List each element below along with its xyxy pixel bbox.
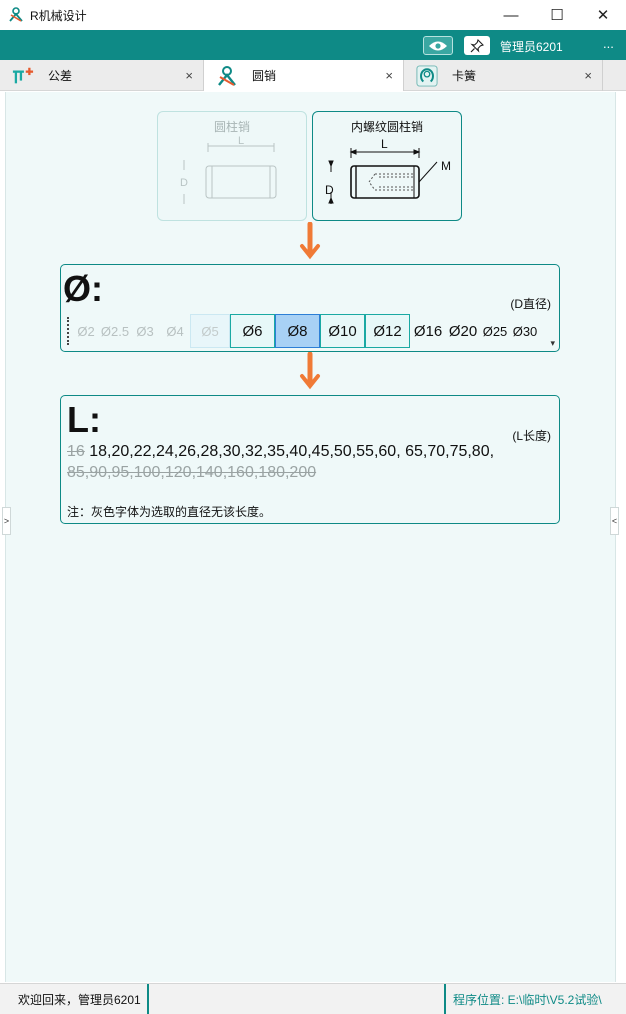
- cylindrical-pin-drawing: L D: [180, 135, 277, 204]
- top-toolbar: 管理员6201 ...: [0, 30, 626, 60]
- arrow-down-icon: [300, 352, 320, 390]
- tab-close-button[interactable]: ×: [385, 68, 393, 83]
- tolerance-icon: [12, 65, 34, 87]
- pin-type-cylindrical-card[interactable]: 圆柱销 L D: [157, 111, 307, 221]
- diameter-option-selected[interactable]: Ø8: [275, 314, 320, 348]
- diameter-option[interactable]: Ø5: [190, 314, 230, 348]
- more-menu-button[interactable]: ...: [603, 36, 614, 51]
- title-bar: R机械设计 — ☐ ✕: [0, 0, 626, 30]
- pushpin-icon: [470, 38, 484, 53]
- internal-thread-pin-drawing: L D M: [325, 137, 451, 204]
- dim-m-label: M: [441, 159, 451, 173]
- length-values-line-1: 16 18,20,22,24,26,28,30,32,35,40,45,50,5…: [67, 443, 494, 461]
- length-values-line-2: 85,90,95,100,120,140,160,180,200: [67, 464, 316, 482]
- pin-type-caption: 内螺纹圆柱销: [350, 120, 423, 134]
- tab-round-pin[interactable]: 圆销 ×: [204, 60, 404, 91]
- right-panel-toggle[interactable]: <: [610, 507, 619, 535]
- pin-type-caption: 圆柱销: [213, 120, 250, 134]
- diameter-option[interactable]: Ø3: [130, 314, 160, 348]
- diameter-option[interactable]: Ø25: [480, 314, 510, 348]
- tab-close-button[interactable]: ×: [185, 68, 193, 83]
- length-unavailable-values: 16: [67, 443, 85, 460]
- diameter-label: Ø:: [63, 268, 103, 309]
- left-panel-toggle[interactable]: >: [2, 507, 11, 535]
- dim-l-label: L: [381, 137, 388, 151]
- user-name-link[interactable]: 管理员6201: [500, 38, 563, 55]
- diameter-option[interactable]: Ø4: [160, 314, 190, 348]
- diameter-option[interactable]: Ø16: [410, 314, 446, 348]
- diameter-option[interactable]: Ø6: [230, 314, 275, 348]
- program-path: 程序位置: E:\临时\V5.2试验\: [444, 984, 626, 1014]
- diameter-options: Ø2 Ø2.5 Ø3 Ø4 Ø5 Ø6 Ø8 Ø10 Ø12 Ø16 Ø20 Ø…: [67, 313, 552, 349]
- diameter-option[interactable]: Ø2.5: [100, 314, 130, 348]
- dim-d-label: D: [180, 177, 188, 189]
- pin-logo-icon: [216, 65, 238, 87]
- pin-type-internal-thread-card[interactable]: 内螺纹圆柱销 L D M: [312, 111, 462, 221]
- diameter-panel: Ø: (D直径) Ø2 Ø2.5 Ø3 Ø4 Ø5 Ø6 Ø8 Ø10 Ø12 …: [60, 264, 560, 352]
- diameter-option[interactable]: Ø12: [365, 314, 410, 348]
- status-bar: 欢迎回来，管理员6201 程序位置: E:\临时\V5.2试验\: [0, 983, 626, 1014]
- pin-window-button[interactable]: [464, 36, 490, 55]
- length-label: L:: [67, 399, 101, 440]
- tab-close-button[interactable]: ×: [584, 68, 592, 83]
- circlip-icon: [416, 64, 438, 87]
- tab-strip: 公差 × 圆销 × 卡簧 ×: [0, 60, 626, 91]
- eye-icon: [429, 41, 447, 50]
- length-available-values[interactable]: 18,20,22,24,26,28,30,32,35,40,45,50,55,6…: [85, 443, 494, 460]
- close-button[interactable]: ✕: [580, 0, 626, 30]
- app-logo-icon: [9, 7, 23, 22]
- length-hint: (L长度): [512, 429, 551, 443]
- tab-tolerance[interactable]: 公差 ×: [0, 60, 204, 91]
- tab-label: 圆销: [252, 69, 277, 83]
- scroll-grip[interactable]: [67, 317, 70, 345]
- arrow-down-icon: [300, 222, 320, 260]
- diameter-hint: (D直径): [510, 297, 551, 311]
- diameter-option[interactable]: Ø30: [510, 314, 540, 348]
- diameter-option[interactable]: Ø20: [446, 314, 480, 348]
- visibility-toggle-button[interactable]: [423, 36, 453, 55]
- length-unavailable-values: 85,90,95,100,120,140,160,180,200: [67, 464, 317, 481]
- diameter-option[interactable]: Ø10: [320, 314, 365, 348]
- dim-d-label: D: [325, 183, 334, 197]
- dim-l-label: L: [238, 135, 244, 147]
- maximize-button[interactable]: ☐: [534, 0, 580, 30]
- tab-circlip[interactable]: 卡簧 ×: [404, 60, 603, 91]
- tab-label: 卡簧: [452, 69, 477, 83]
- length-panel: L: (L长度) 16 18,20,22,24,26,28,30,32,35,4…: [60, 395, 560, 524]
- minimize-button[interactable]: —: [488, 0, 534, 30]
- scroll-down-icon[interactable]: ▾: [550, 338, 555, 349]
- diameter-option[interactable]: Ø2: [72, 314, 100, 348]
- tab-label: 公差: [48, 69, 73, 83]
- welcome-message: 欢迎回来，管理员6201: [0, 984, 149, 1014]
- length-note: 注：灰色字体为选取的直径无该长度。: [67, 505, 272, 519]
- window-title: R机械设计: [30, 8, 87, 23]
